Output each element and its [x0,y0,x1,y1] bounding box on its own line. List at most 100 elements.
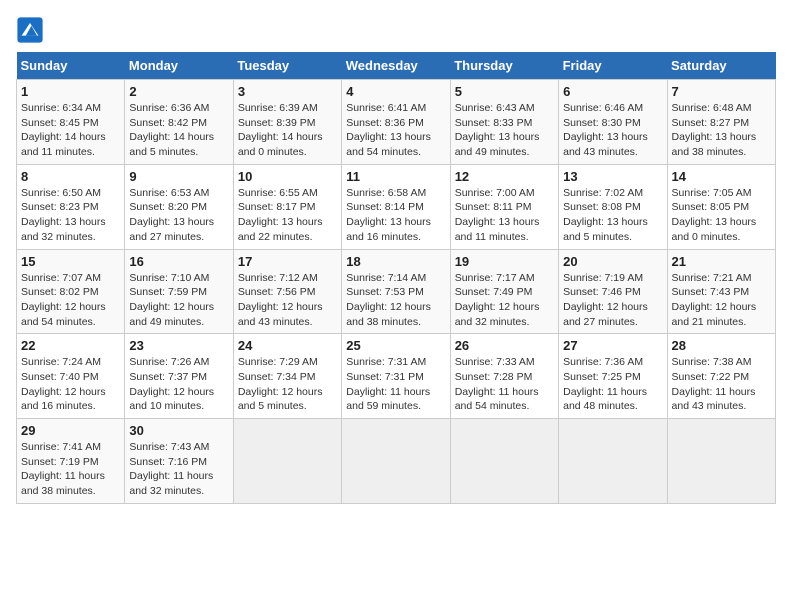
daylight-text: Daylight: 13 hours and 43 minutes. [563,131,648,158]
daylight-text: Daylight: 11 hours and 32 minutes. [129,470,213,497]
sunrise-text: Sunrise: 6:39 AM [238,102,318,114]
sunrise-text: Sunrise: 7:12 AM [238,272,318,284]
sunrise-text: Sunrise: 6:48 AM [672,102,752,114]
calendar-cell [342,419,450,504]
daylight-text: Daylight: 13 hours and 0 minutes. [672,216,757,243]
calendar-cell [667,419,775,504]
day-info: Sunrise: 7:43 AM Sunset: 7:16 PM Dayligh… [129,440,228,499]
calendar-week-row: 15 Sunrise: 7:07 AM Sunset: 8:02 PM Dayl… [17,249,776,334]
calendar-cell: 16 Sunrise: 7:10 AM Sunset: 7:59 PM Dayl… [125,249,233,334]
calendar-week-row: 1 Sunrise: 6:34 AM Sunset: 8:45 PM Dayli… [17,80,776,165]
day-info: Sunrise: 7:36 AM Sunset: 7:25 PM Dayligh… [563,355,662,414]
calendar-cell [559,419,667,504]
calendar-cell: 6 Sunrise: 6:46 AM Sunset: 8:30 PM Dayli… [559,80,667,165]
column-header-thursday: Thursday [450,52,558,80]
sunset-text: Sunset: 7:59 PM [129,286,207,298]
day-info: Sunrise: 6:46 AM Sunset: 8:30 PM Dayligh… [563,101,662,160]
sunset-text: Sunset: 8:42 PM [129,117,207,129]
sunset-text: Sunset: 7:31 PM [346,371,424,383]
day-number: 23 [129,338,228,353]
daylight-text: Daylight: 13 hours and 54 minutes. [346,131,431,158]
daylight-text: Daylight: 13 hours and 5 minutes. [563,216,648,243]
calendar-cell: 24 Sunrise: 7:29 AM Sunset: 7:34 PM Dayl… [233,334,341,419]
day-number: 28 [672,338,771,353]
day-info: Sunrise: 7:19 AM Sunset: 7:46 PM Dayligh… [563,271,662,330]
daylight-text: Daylight: 13 hours and 27 minutes. [129,216,214,243]
day-info: Sunrise: 7:07 AM Sunset: 8:02 PM Dayligh… [21,271,120,330]
sunset-text: Sunset: 8:11 PM [455,201,532,213]
logo-icon [16,16,44,44]
daylight-text: Daylight: 11 hours and 38 minutes. [21,470,105,497]
day-number: 15 [21,254,120,269]
day-info: Sunrise: 6:41 AM Sunset: 8:36 PM Dayligh… [346,101,445,160]
sunrise-text: Sunrise: 6:53 AM [129,187,209,199]
sunset-text: Sunset: 7:46 PM [563,286,641,298]
calendar-cell: 14 Sunrise: 7:05 AM Sunset: 8:05 PM Dayl… [667,164,775,249]
day-number: 10 [238,169,337,184]
day-info: Sunrise: 7:14 AM Sunset: 7:53 PM Dayligh… [346,271,445,330]
daylight-text: Daylight: 12 hours and 38 minutes. [346,301,431,328]
sunset-text: Sunset: 7:43 PM [672,286,750,298]
day-info: Sunrise: 6:48 AM Sunset: 8:27 PM Dayligh… [672,101,771,160]
day-number: 9 [129,169,228,184]
sunrise-text: Sunrise: 7:17 AM [455,272,535,284]
sunset-text: Sunset: 8:27 PM [672,117,750,129]
sunset-text: Sunset: 7:53 PM [346,286,424,298]
day-number: 5 [455,84,554,99]
sunrise-text: Sunrise: 7:31 AM [346,356,426,368]
day-number: 11 [346,169,445,184]
sunset-text: Sunset: 7:34 PM [238,371,316,383]
column-header-sunday: Sunday [17,52,125,80]
calendar-cell: 11 Sunrise: 6:58 AM Sunset: 8:14 PM Dayl… [342,164,450,249]
sunrise-text: Sunrise: 7:29 AM [238,356,318,368]
calendar-cell: 7 Sunrise: 6:48 AM Sunset: 8:27 PM Dayli… [667,80,775,165]
day-number: 18 [346,254,445,269]
daylight-text: Daylight: 13 hours and 22 minutes. [238,216,323,243]
sunset-text: Sunset: 8:08 PM [563,201,641,213]
logo [16,16,48,44]
day-info: Sunrise: 7:29 AM Sunset: 7:34 PM Dayligh… [238,355,337,414]
sunset-text: Sunset: 7:40 PM [21,371,99,383]
sunrise-text: Sunrise: 6:58 AM [346,187,426,199]
calendar-week-row: 29 Sunrise: 7:41 AM Sunset: 7:19 PM Dayl… [17,419,776,504]
calendar-cell [450,419,558,504]
daylight-text: Daylight: 11 hours and 43 minutes. [672,386,756,413]
calendar-cell: 1 Sunrise: 6:34 AM Sunset: 8:45 PM Dayli… [17,80,125,165]
day-info: Sunrise: 7:21 AM Sunset: 7:43 PM Dayligh… [672,271,771,330]
daylight-text: Daylight: 13 hours and 11 minutes. [455,216,540,243]
calendar-cell: 28 Sunrise: 7:38 AM Sunset: 7:22 PM Dayl… [667,334,775,419]
day-number: 24 [238,338,337,353]
sunset-text: Sunset: 8:14 PM [346,201,424,213]
day-number: 21 [672,254,771,269]
day-number: 22 [21,338,120,353]
sunset-text: Sunset: 7:37 PM [129,371,207,383]
day-info: Sunrise: 7:02 AM Sunset: 8:08 PM Dayligh… [563,186,662,245]
daylight-text: Daylight: 12 hours and 43 minutes. [238,301,323,328]
day-number: 26 [455,338,554,353]
calendar-cell: 26 Sunrise: 7:33 AM Sunset: 7:28 PM Dayl… [450,334,558,419]
sunset-text: Sunset: 8:39 PM [238,117,316,129]
sunrise-text: Sunrise: 7:38 AM [672,356,752,368]
calendar-cell: 21 Sunrise: 7:21 AM Sunset: 7:43 PM Dayl… [667,249,775,334]
daylight-text: Daylight: 14 hours and 0 minutes. [238,131,323,158]
day-number: 2 [129,84,228,99]
sunrise-text: Sunrise: 6:50 AM [21,187,101,199]
sunset-text: Sunset: 8:20 PM [129,201,207,213]
sunrise-text: Sunrise: 6:41 AM [346,102,426,114]
daylight-text: Daylight: 12 hours and 49 minutes. [129,301,214,328]
day-info: Sunrise: 7:12 AM Sunset: 7:56 PM Dayligh… [238,271,337,330]
day-info: Sunrise: 6:43 AM Sunset: 8:33 PM Dayligh… [455,101,554,160]
sunset-text: Sunset: 8:05 PM [672,201,750,213]
calendar-cell: 30 Sunrise: 7:43 AM Sunset: 7:16 PM Dayl… [125,419,233,504]
daylight-text: Daylight: 13 hours and 38 minutes. [672,131,757,158]
sunrise-text: Sunrise: 7:14 AM [346,272,426,284]
sunset-text: Sunset: 7:49 PM [455,286,533,298]
day-number: 8 [21,169,120,184]
sunset-text: Sunset: 7:56 PM [238,286,316,298]
day-info: Sunrise: 7:41 AM Sunset: 7:19 PM Dayligh… [21,440,120,499]
sunset-text: Sunset: 7:28 PM [455,371,533,383]
calendar-cell: 9 Sunrise: 6:53 AM Sunset: 8:20 PM Dayli… [125,164,233,249]
sunrise-text: Sunrise: 7:36 AM [563,356,643,368]
column-header-tuesday: Tuesday [233,52,341,80]
sunset-text: Sunset: 8:33 PM [455,117,533,129]
